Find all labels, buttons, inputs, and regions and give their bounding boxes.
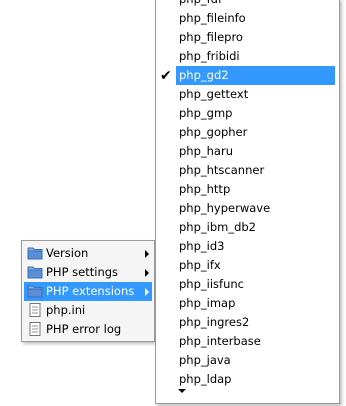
- extension-label: php_htscanner: [179, 163, 265, 177]
- extension-item[interactable]: php_ingres2: [176, 313, 335, 332]
- extension-label: php_interbase: [179, 334, 261, 348]
- submenu-arrow-icon: [145, 288, 149, 296]
- extension-item[interactable]: php_http: [176, 180, 335, 199]
- extension-label: php_filepro: [179, 30, 243, 44]
- extension-label: php_haru: [179, 144, 233, 158]
- extension-label: php_ldap: [179, 372, 232, 386]
- chevron-down-icon[interactable]: [178, 389, 186, 393]
- folder-icon: [27, 284, 43, 298]
- extension-item[interactable]: php_java: [176, 351, 335, 370]
- extension-item[interactable]: php_gmp: [176, 104, 335, 123]
- menu-item-label: Version: [46, 246, 89, 260]
- extension-item[interactable]: php_haru: [176, 142, 335, 161]
- document-icon: [27, 303, 43, 317]
- extension-item[interactable]: php_ifx: [176, 256, 335, 275]
- extension-label: php_fdf: [179, 0, 222, 6]
- menu-item-php-extensions[interactable]: PHP extensions: [24, 282, 152, 301]
- menu-item-label: PHP extensions: [46, 284, 135, 298]
- extension-item[interactable]: php_fileinfo: [176, 9, 335, 28]
- extension-label: php_java: [179, 353, 231, 367]
- extension-item[interactable]: php_imap: [176, 294, 335, 313]
- extension-label: php_http: [179, 182, 231, 196]
- extension-item[interactable]: php_interbase: [176, 332, 335, 351]
- extension-label: php_hyperwave: [179, 201, 271, 215]
- extension-label: php_gettext: [179, 87, 249, 101]
- extension-label: php_iisfunc: [179, 277, 244, 291]
- extension-item[interactable]: php_filepro: [176, 28, 335, 47]
- menu-item-php-error-log[interactable]: PHP error log: [24, 320, 152, 339]
- extension-item[interactable]: php_iisfunc: [176, 275, 335, 294]
- folder-icon: [27, 246, 43, 260]
- document-icon: [27, 322, 43, 336]
- menu-item-label: PHP error log: [46, 322, 122, 336]
- extension-item[interactable]: php_fdf: [176, 0, 335, 9]
- php-context-menu: Version PHP settings PHP extensions php.…: [21, 240, 155, 342]
- extension-label: php_id3: [179, 239, 225, 253]
- extension-item[interactable]: php_htscanner: [176, 161, 335, 180]
- checkmark-icon: ✔: [160, 68, 172, 84]
- extension-item[interactable]: php_gd2: [176, 66, 335, 85]
- menu-item-version[interactable]: Version: [24, 244, 152, 263]
- extension-label: php_ibm_db2: [179, 220, 257, 234]
- extension-label: php_gopher: [179, 125, 248, 139]
- menu-item-php-ini[interactable]: php.ini: [24, 301, 152, 320]
- extension-item[interactable]: php_gopher: [176, 123, 335, 142]
- extension-label: php_ingres2: [179, 315, 250, 329]
- extension-label: php_imap: [179, 296, 236, 310]
- menu-item-label: php.ini: [46, 303, 86, 317]
- extension-label: php_ifx: [179, 258, 221, 272]
- menu-item-label: PHP settings: [46, 265, 119, 279]
- menu-item-php-settings[interactable]: PHP settings: [24, 263, 152, 282]
- extension-item[interactable]: php_hyperwave: [176, 199, 335, 218]
- extension-item[interactable]: php_gettext: [176, 85, 335, 104]
- extension-label: php_gd2: [179, 68, 229, 82]
- submenu-arrow-icon: [145, 269, 149, 277]
- extension-item[interactable]: php_id3: [176, 237, 335, 256]
- extension-label: php_fileinfo: [179, 11, 246, 25]
- extension-label: php_fribidi: [179, 49, 240, 63]
- php-extensions-submenu: php_fdf php_fileinfo php_filepro php_fribid…: [155, 0, 340, 404]
- submenu-arrow-icon: [145, 250, 149, 258]
- extension-item[interactable]: php_ldap: [176, 370, 335, 389]
- folder-icon: [27, 265, 43, 279]
- extension-label: php_gmp: [179, 106, 233, 120]
- extension-item[interactable]: php_ibm_db2: [176, 218, 335, 237]
- extension-item[interactable]: php_fribidi: [176, 47, 335, 66]
